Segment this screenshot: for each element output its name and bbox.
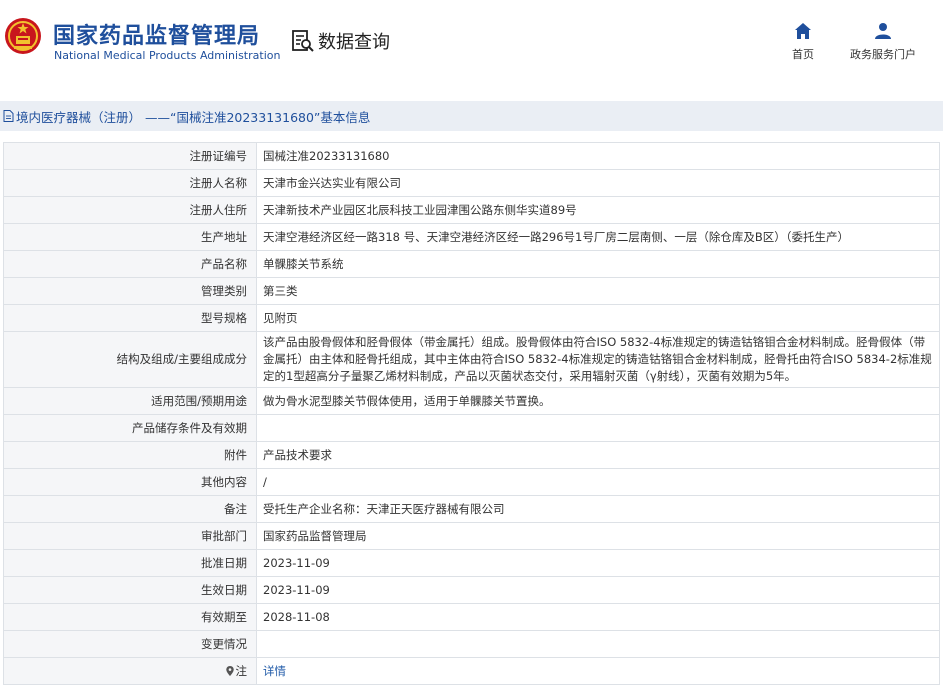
table-row: 批准日期 2023-11-09 [3,549,940,577]
row-value: 天津新技术产业园区北辰科技工业园津围公路东侧华实道89号 [256,196,940,224]
table-row: 型号规格 见附页 [3,304,940,332]
row-value: 受托生产企业名称：天津正天医疗器械有限公司 [256,495,940,523]
row-label: 注册证编号 [3,142,257,170]
row-label: 注册人住所 [3,196,257,224]
national-emblem-icon [5,18,41,54]
row-value: 国家药品监督管理局 [256,522,940,550]
row-label: 产品名称 [3,250,257,278]
row-label: 生效日期 [3,576,257,604]
map-pin-icon [225,665,234,676]
registration-detail-table: 注册证编号 国械注准20233131680 注册人名称 天津市金兴达实业有限公司… [3,142,940,685]
table-row: 管理类别 第三类 [3,277,940,305]
table-row: 注册人名称 天津市金兴达实业有限公司 [3,169,940,197]
table-row: 产品储存条件及有效期 [3,414,940,442]
row-value: 2023-11-09 [256,549,940,577]
user-icon [875,23,891,39]
row-value: 见附页 [256,304,940,332]
data-query-title: 数据查询 [318,32,390,53]
row-value [256,630,940,658]
row-value: 产品技术要求 [256,441,940,469]
table-row: 生产地址 天津空港经济区经一路318 号、天津空港经济区经一路296号1号厂房二… [3,223,940,251]
nav-portal-label: 政务服务门户 [850,48,916,61]
row-label: 生产地址 [3,223,257,251]
row-value: 单髁膝关节系统 [256,250,940,278]
row-label: 结构及组成/主要组成成分 [3,331,257,388]
nav-home-link[interactable]: 首页 [786,22,820,62]
table-row: 注 详情 [3,657,940,685]
row-label: 备注 [3,495,257,523]
row-value: 做为骨水泥型膝关节假体使用，适用于单髁膝关节置换。 [256,387,940,415]
row-label: 变更情况 [3,630,257,658]
row-label: 批准日期 [3,549,257,577]
table-row: 注册人住所 天津新技术产业园区北辰科技工业园津围公路东侧华实道89号 [3,196,940,224]
row-label: 管理类别 [3,277,257,305]
search-document-icon [292,30,314,52]
row-value: 2023-11-09 [256,576,940,604]
nav-home-label: 首页 [792,48,814,61]
details-link[interactable]: 详情 [263,664,286,678]
row-value [256,414,940,442]
table-row: 生效日期 2023-11-09 [3,576,940,604]
brand-title-cn: 国家药品监督管理局 [53,24,261,49]
table-row: 备注 受托生产企业名称：天津正天医疗器械有限公司 [3,495,940,523]
row-label: 审批部门 [3,522,257,550]
row-label: 注册人名称 [3,169,257,197]
site-header: 国家药品监督管理局 National Medical Products Admi… [0,0,943,86]
row-value: 天津空港经济区经一路318 号、天津空港经济区经一路296号1号厂房二层南侧、一… [256,223,940,251]
table-row: 其他内容 / [3,468,940,496]
table-row: 注册证编号 国械注准20233131680 [3,142,940,170]
table-row: 产品名称 单髁膝关节系统 [3,250,940,278]
data-query-heading: 数据查询 [291,28,390,54]
note-label-cell: 注 [3,657,257,685]
note-label: 注 [235,663,248,678]
row-label: 其他内容 [3,468,257,496]
nav-portal-link[interactable]: 政务服务门户 [846,22,920,62]
row-value: / [256,468,940,496]
table-row: 适用范围/预期用途 做为骨水泥型膝关节假体使用，适用于单髁膝关节置换。 [3,387,940,415]
table-row: 附件 产品技术要求 [3,441,940,469]
row-value: 天津市金兴达实业有限公司 [256,169,940,197]
note-value-cell: 详情 [256,657,940,685]
row-value: 第三类 [256,277,940,305]
table-row: 有效期至 2028-11-08 [3,603,940,631]
row-label: 适用范围/预期用途 [3,387,257,415]
brand-title-en: National Medical Products Administration [54,49,281,62]
row-value: 该产品由股骨假体和胫骨假体（带金属托）组成。股骨假体由符合ISO 5832-4标… [256,331,940,388]
home-icon [795,23,811,39]
row-value: 国械注准20233131680 [256,142,940,170]
page-title: 境内医疗器械（注册） ——“国械注准20233131680”基本信息 [16,109,371,125]
table-row: 审批部门 国家药品监督管理局 [3,522,940,550]
document-icon [3,110,14,122]
row-label: 产品储存条件及有效期 [3,414,257,442]
breadcrumb: 境内医疗器械（注册） ——“国械注准20233131680”基本信息 [0,101,943,131]
row-label: 型号规格 [3,304,257,332]
table-row: 变更情况 [3,630,940,658]
row-label: 有效期至 [3,603,257,631]
table-row: 结构及组成/主要组成成分 该产品由股骨假体和胫骨假体（带金属托）组成。股骨假体由… [3,331,940,388]
row-label: 附件 [3,441,257,469]
row-value: 2028-11-08 [256,603,940,631]
